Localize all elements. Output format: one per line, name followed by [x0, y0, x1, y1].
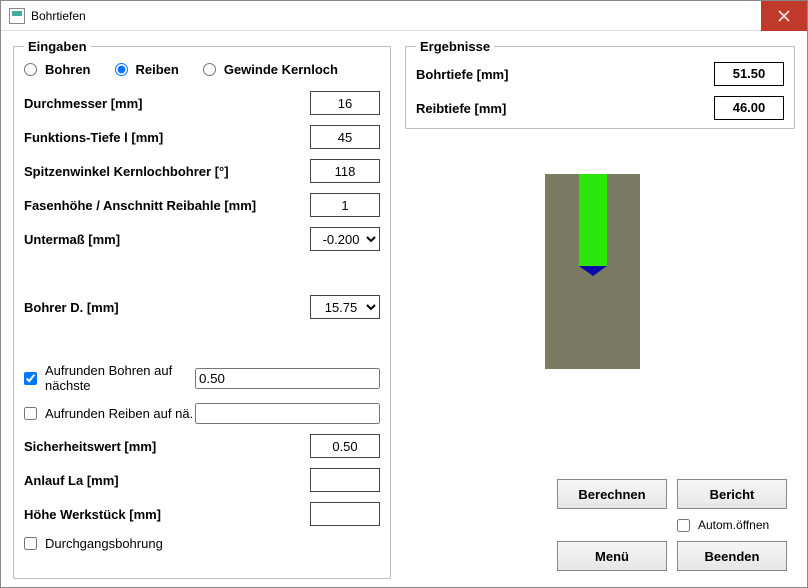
app-icon: [9, 8, 25, 24]
radio-gewinde[interactable]: [203, 63, 216, 76]
funktionstiefe-input[interactable]: [310, 125, 380, 149]
hoehe-input[interactable]: [310, 502, 380, 526]
durchmesser-input[interactable]: [310, 91, 380, 115]
radio-bohren-text: Bohren: [45, 62, 91, 77]
spitzenwinkel-input[interactable]: [310, 159, 380, 183]
radio-reiben-text: Reiben: [136, 62, 179, 77]
aufrunden-bohren-label[interactable]: Aufrunden Bohren auf nächste: [24, 363, 195, 393]
funktionstiefe-label: Funktions-Tiefe l [mm]: [24, 130, 310, 145]
aufrunden-bohren-input[interactable]: [195, 368, 380, 389]
untermass-select[interactable]: -0.200: [310, 227, 380, 251]
sicherheitswert-label: Sicherheitswert [mm]: [24, 439, 310, 454]
menue-button[interactable]: Menü: [557, 541, 667, 571]
durchgang-checkbox[interactable]: [24, 537, 37, 550]
durchgang-label[interactable]: Durchgangsbohrung: [24, 536, 380, 551]
spitzenwinkel-label: Spitzenwinkel Kernlochbohrer [°]: [24, 164, 310, 179]
window-title: Bohrtiefen: [31, 9, 86, 23]
bohrer-d-label: Bohrer D. [mm]: [24, 300, 310, 315]
radio-reiben[interactable]: [115, 63, 128, 76]
sicherheitswert-input[interactable]: [310, 434, 380, 458]
autom-oeffnen-text: Autom.öffnen: [698, 518, 769, 532]
reibtiefe-value: 46.00: [714, 96, 784, 120]
radio-gewinde-label[interactable]: Gewinde Kernloch: [203, 62, 338, 77]
eingaben-legend: Eingaben: [24, 39, 91, 54]
anlauf-input[interactable]: [310, 468, 380, 492]
diagram-drill-tip: [579, 266, 607, 276]
left-column: Eingaben Bohren Reiben Gewinde Kernloch: [13, 39, 391, 579]
autom-oeffnen-checkbox[interactable]: [677, 519, 690, 532]
hoehe-label: Höhe Werkstück [mm]: [24, 507, 310, 522]
aufrunden-reiben-label[interactable]: Aufrunden Reiben auf nä.: [24, 406, 195, 421]
berechnen-button[interactable]: Berechnen: [557, 479, 667, 509]
aufrunden-bohren-checkbox[interactable]: [24, 372, 37, 385]
beenden-button[interactable]: Beenden: [677, 541, 787, 571]
bohrtiefe-value: 51.50: [714, 62, 784, 86]
mode-radios: Bohren Reiben Gewinde Kernloch: [24, 62, 380, 77]
untermass-label: Untermaß [mm]: [24, 232, 310, 247]
radio-reiben-label[interactable]: Reiben: [115, 62, 179, 77]
anlauf-label: Anlauf La [mm]: [24, 473, 310, 488]
radio-bohren-label[interactable]: Bohren: [24, 62, 91, 77]
titlebar: Bohrtiefen: [1, 1, 807, 31]
bericht-button[interactable]: Bericht: [677, 479, 787, 509]
right-column: Ergebnisse Bohrtiefe [mm] 51.50 Reibtief…: [405, 39, 795, 579]
close-icon: [778, 10, 790, 22]
bore-diagram: [545, 174, 640, 369]
close-button[interactable]: [761, 1, 807, 31]
aufrunden-reiben-input[interactable]: [195, 403, 380, 424]
diagram-drill-green: [579, 174, 607, 266]
fasenhoehe-input[interactable]: [310, 193, 380, 217]
aufrunden-reiben-checkbox[interactable]: [24, 407, 37, 420]
fasenhoehe-label: Fasenhöhe / Anschnitt Reibahle [mm]: [24, 198, 310, 213]
reibtiefe-label: Reibtiefe [mm]: [416, 101, 704, 116]
aufrunden-bohren-text: Aufrunden Bohren auf nächste: [45, 363, 195, 393]
radio-gewinde-text: Gewinde Kernloch: [224, 62, 338, 77]
eingaben-fieldset: Eingaben Bohren Reiben Gewinde Kernloch: [13, 39, 391, 579]
bohrtiefe-label: Bohrtiefe [mm]: [416, 67, 704, 82]
durchmesser-label: Durchmesser [mm]: [24, 96, 310, 111]
app-window: Bohrtiefen Eingaben Bohren Reibe: [0, 0, 808, 588]
radio-bohren[interactable]: [24, 63, 37, 76]
autom-oeffnen-label[interactable]: Autom.öffnen: [677, 515, 787, 535]
bohrer-d-select[interactable]: 15.75: [310, 295, 380, 319]
ergebnisse-fieldset: Ergebnisse Bohrtiefe [mm] 51.50 Reibtief…: [405, 39, 795, 129]
durchgang-text: Durchgangsbohrung: [45, 536, 163, 551]
aufrunden-reiben-text: Aufrunden Reiben auf nä.: [45, 406, 193, 421]
content-area: Eingaben Bohren Reiben Gewinde Kernloch: [1, 31, 807, 587]
buttons-panel: Berechnen Bericht Autom.öffnen Menü Been…: [557, 479, 787, 571]
ergebnisse-legend: Ergebnisse: [416, 39, 494, 54]
